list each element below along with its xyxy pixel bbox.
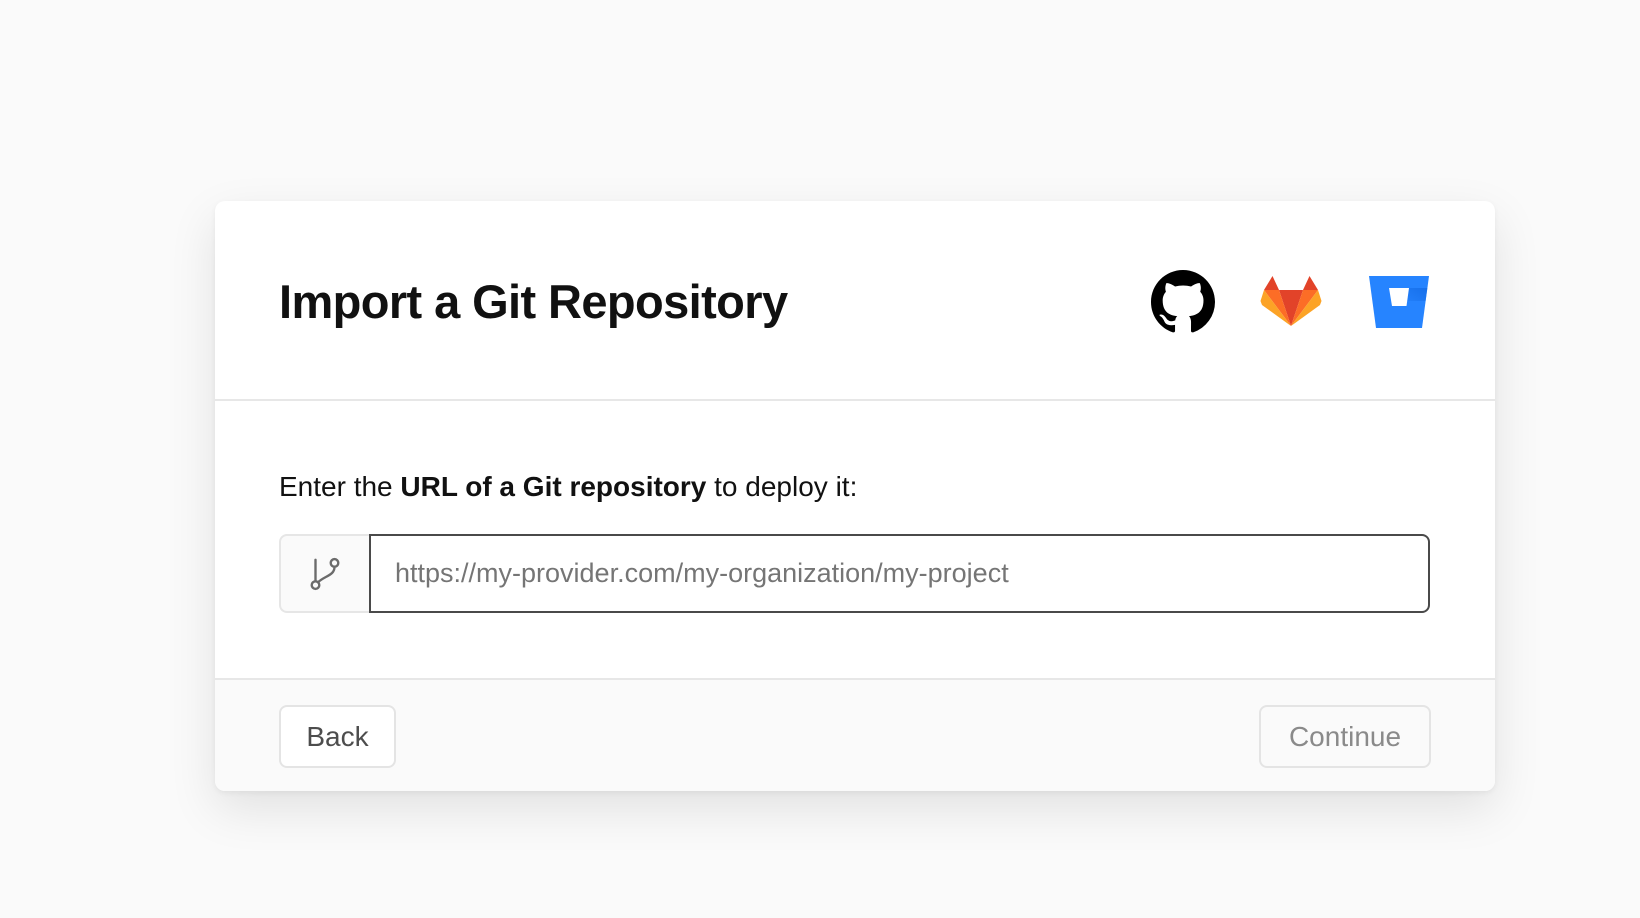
dialog-header: Import a Git Repository	[215, 201, 1495, 401]
dialog-footer: Back Continue	[215, 678, 1495, 791]
git-branch-icon	[310, 557, 340, 590]
dialog-body: Enter the URL of a Git repository to dep…	[215, 401, 1495, 678]
dialog-title: Import a Git Repository	[279, 275, 788, 328]
url-instruction: Enter the URL of a Git repository to dep…	[279, 469, 857, 505]
github-icon[interactable]	[1151, 270, 1215, 334]
repository-url-field	[279, 534, 1430, 613]
instruction-suffix: to deploy it:	[706, 471, 858, 502]
continue-button[interactable]: Continue	[1259, 705, 1431, 768]
instruction-emphasis: URL of a Git repository	[400, 471, 707, 502]
back-button[interactable]: Back	[279, 705, 396, 768]
gitlab-icon[interactable]	[1259, 270, 1323, 334]
repository-url-input[interactable]	[369, 534, 1430, 613]
bitbucket-icon[interactable]	[1367, 270, 1431, 334]
import-git-repository-dialog: Import a Git Repository Enter the URL of…	[215, 201, 1495, 791]
git-provider-list	[1151, 269, 1431, 335]
instruction-prefix: Enter the	[279, 471, 401, 502]
url-prefix-addon	[279, 534, 369, 613]
